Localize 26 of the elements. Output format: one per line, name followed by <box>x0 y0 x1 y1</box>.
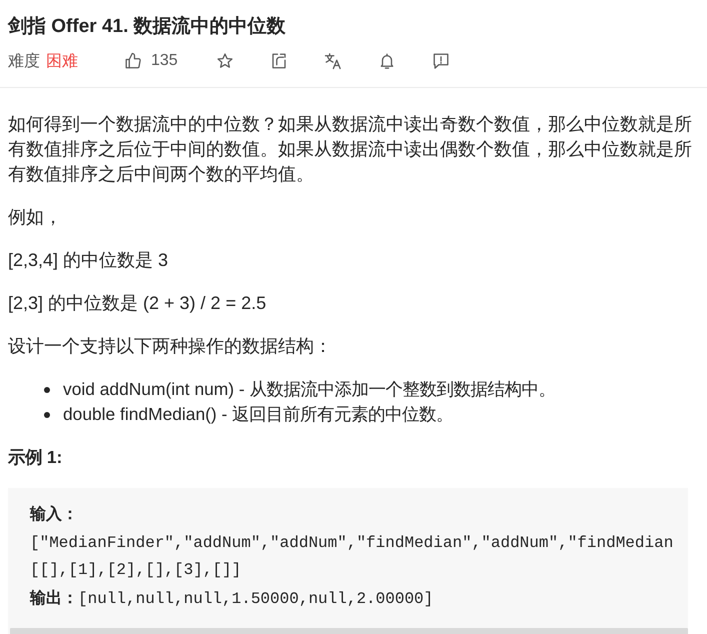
star-icon[interactable] <box>216 52 234 70</box>
example-heading: 示例 1: <box>8 446 64 469</box>
like-button[interactable]: 135 <box>124 52 180 70</box>
code-label: 输入： <box>30 506 78 523</box>
list-item-text: void addNum(int num) - 从数据流中添加一个整数到数据结构中。 <box>63 378 556 401</box>
difficulty-caption: 难度 <box>8 52 40 72</box>
comment-alert-icon[interactable] <box>432 52 450 70</box>
code-line: [null,null,null,1.50000,null,2.00000] <box>78 590 434 608</box>
list-item-text: double findMedian() - 返回目前所有元素的中位数。 <box>63 403 454 426</box>
scrollbar-thumb[interactable] <box>10 628 688 634</box>
bullet-icon <box>44 386 50 392</box>
translate-icon[interactable] <box>324 52 342 70</box>
description-text: [2,3] 的中位数是 (2 + 3) / 2 = 2.5 <box>8 292 268 315</box>
description-text: 如何得到一个数据流中的中位数？如果从数据流中读出奇数个数值，那么中位数就是所有数值排序之后位于中间的数值。如果从数据流中读出偶数个数值，那么中位数就是所有数值排序之后中间两个数的平均值。 <box>8 113 693 186</box>
description-text: 设计一个支持以下两种操作的数据结构： <box>8 335 333 358</box>
share-icon[interactable] <box>270 52 288 70</box>
code-label: 输出： <box>30 590 78 606</box>
thumbs-up-icon <box>124 52 142 70</box>
description-text: 例如， <box>8 206 63 229</box>
bullet-icon <box>44 412 50 418</box>
difficulty-level: 困难 <box>46 52 78 72</box>
code-line: ["MedianFinder","addNum","addNum","findMedian","addNum","findMedian <box>30 534 674 552</box>
bell-icon[interactable] <box>378 52 396 70</box>
description-text: [2,3,4] 的中位数是 3 <box>8 249 170 272</box>
code-line: [[],[1],[2],[],[3],[]] <box>30 561 242 579</box>
problem-title: 剑指 Offer 41. 数据流中的中位数 <box>8 14 287 39</box>
